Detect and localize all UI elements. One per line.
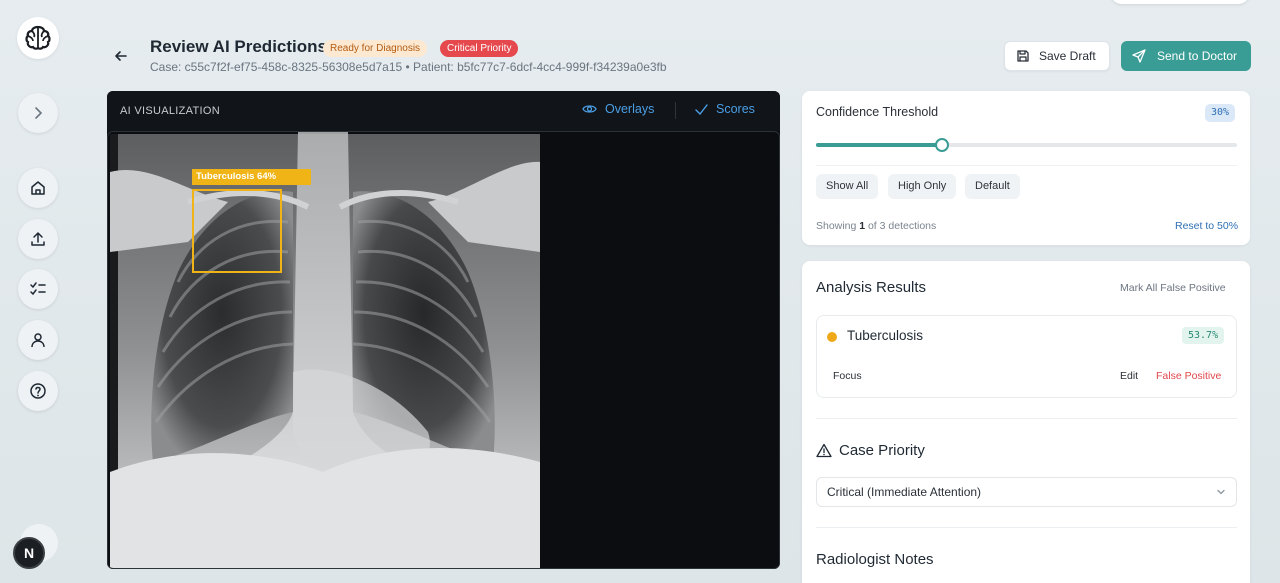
case-subtitle: Case: c55c7f2f-ef75-458c-8325-56308e5d7a… bbox=[150, 60, 667, 74]
sidebar-item-home[interactable] bbox=[18, 168, 58, 208]
threshold-slider[interactable] bbox=[816, 138, 1237, 152]
user-icon bbox=[31, 333, 45, 348]
priority-select-value: Critical (Immediate Attention) bbox=[827, 485, 982, 499]
ai-visualization-panel: AI VISUALIZATION Overlays Scores Tubercu… bbox=[107, 91, 780, 569]
radiologist-notes-title: Radiologist Notes bbox=[816, 551, 934, 568]
send-to-doctor-button[interactable]: Send to Doctor bbox=[1121, 41, 1251, 71]
status-badge-ready: Ready for Diagnosis bbox=[323, 40, 428, 57]
analysis-results-title: Analysis Results bbox=[816, 279, 927, 296]
detection-bounding-box[interactable] bbox=[192, 189, 282, 273]
sidebar-item-profile[interactable] bbox=[18, 320, 58, 360]
threshold-title: Confidence Threshold bbox=[816, 105, 939, 119]
false-positive-button[interactable]: False Positive bbox=[1156, 370, 1221, 382]
sidebar-item-checklist[interactable] bbox=[18, 269, 58, 309]
home-icon bbox=[31, 181, 45, 195]
top-user-pill[interactable] bbox=[1110, 0, 1250, 4]
showing-suffix: of 3 detections bbox=[867, 220, 937, 232]
priority-select[interactable]: Critical (Immediate Attention) bbox=[816, 477, 1237, 507]
case-priority-title: Case Priority bbox=[839, 442, 925, 459]
detection-label: Tuberculosis 64% bbox=[192, 169, 311, 185]
finding-card[interactable]: Tuberculosis 53.7% Focus Edit False Posi… bbox=[816, 315, 1237, 398]
sidebar-item-help[interactable] bbox=[18, 371, 58, 411]
finding-score-badge: 53.7% bbox=[1182, 327, 1225, 344]
expand-sidebar-button[interactable] bbox=[18, 93, 58, 133]
save-draft-button[interactable]: Save Draft bbox=[1004, 41, 1110, 71]
help-icon bbox=[30, 383, 46, 399]
chevron-down-icon bbox=[1217, 489, 1225, 495]
brain-logo-icon[interactable] bbox=[17, 17, 59, 59]
section-divider bbox=[816, 418, 1237, 419]
show-all-chip[interactable]: Show All bbox=[816, 174, 879, 199]
viewer-toolbar: AI VISUALIZATION Overlays Scores bbox=[107, 91, 780, 131]
upload-icon bbox=[31, 232, 45, 246]
focus-button[interactable]: Focus bbox=[833, 370, 862, 382]
analysis-results-card: Analysis Results Mark All False Positive… bbox=[802, 261, 1250, 583]
sidebar-item-upload[interactable] bbox=[18, 219, 58, 259]
edit-button[interactable]: Edit bbox=[1120, 370, 1138, 382]
threshold-divider bbox=[816, 165, 1237, 166]
slider-fill bbox=[816, 143, 943, 147]
showing-count: 1 bbox=[859, 220, 866, 232]
slider-thumb[interactable] bbox=[935, 138, 950, 152]
finding-name: Tuberculosis bbox=[847, 328, 924, 343]
eye-icon bbox=[582, 105, 597, 113]
warning-icon bbox=[816, 443, 832, 458]
finding-status-dot bbox=[827, 332, 837, 342]
detections-count-text: Showing 1 of 3 detections bbox=[816, 220, 936, 232]
tab-divider bbox=[675, 102, 676, 119]
xray-canvas[interactable]: Tuberculosis 64% bbox=[107, 131, 780, 569]
back-arrow-icon[interactable] bbox=[113, 48, 129, 64]
tab-overlays[interactable]: Overlays bbox=[582, 102, 654, 116]
status-badge-critical: Critical Priority bbox=[440, 40, 519, 57]
avatar[interactable]: N bbox=[13, 537, 45, 569]
save-draft-label: Save Draft bbox=[1039, 49, 1096, 63]
send-to-doctor-label: Send to Doctor bbox=[1157, 49, 1238, 63]
tab-overlays-label: Overlays bbox=[605, 102, 655, 116]
send-icon bbox=[1132, 49, 1146, 63]
threshold-value-badge: 30% bbox=[1205, 104, 1236, 122]
showing-prefix: Showing bbox=[816, 220, 857, 232]
high-only-chip[interactable]: High Only bbox=[888, 174, 957, 199]
confidence-threshold-card: Confidence Threshold 30% Show All High O… bbox=[802, 91, 1250, 245]
save-icon bbox=[1017, 50, 1029, 62]
chevron-right-icon bbox=[35, 107, 43, 119]
page-title: Review AI Predictions bbox=[150, 37, 327, 56]
check-icon bbox=[695, 103, 708, 115]
viewer-title: AI VISUALIZATION bbox=[120, 105, 220, 117]
checklist-icon bbox=[30, 282, 46, 296]
case-priority-heading: Case Priority bbox=[816, 442, 925, 459]
section-divider bbox=[816, 527, 1237, 528]
tab-scores[interactable]: Scores bbox=[695, 102, 755, 116]
default-chip[interactable]: Default bbox=[965, 174, 1020, 199]
reset-threshold-link[interactable]: Reset to 50% bbox=[1175, 220, 1238, 232]
mark-all-false-positive-button[interactable]: Mark All False Positive bbox=[1120, 282, 1226, 294]
tab-scores-label: Scores bbox=[716, 102, 755, 116]
